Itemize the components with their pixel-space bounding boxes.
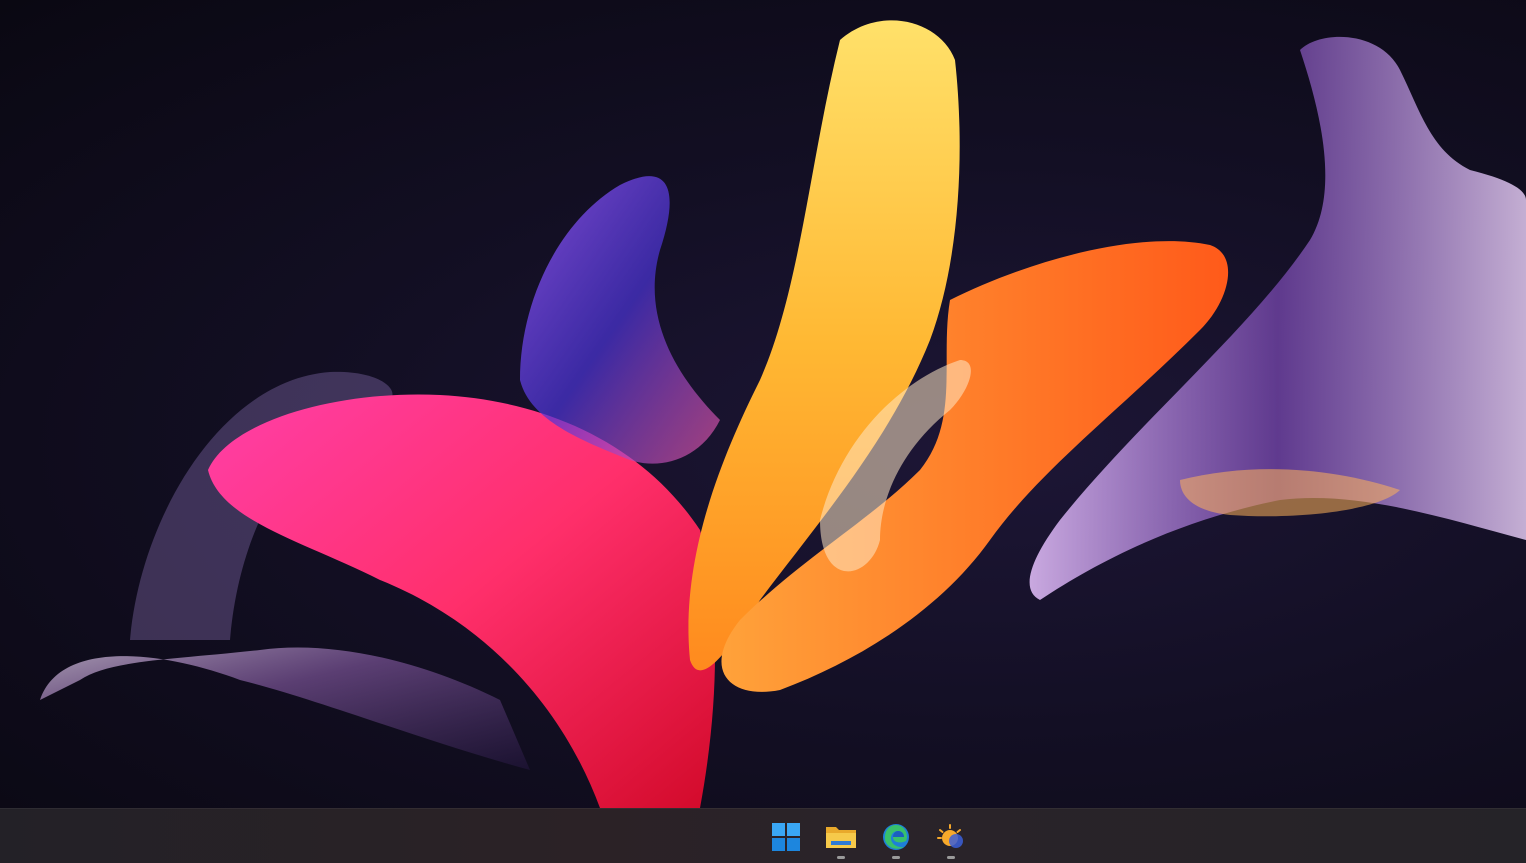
running-indicator	[947, 856, 955, 859]
edge-browser-icon	[883, 824, 909, 850]
file-explorer-icon	[826, 827, 856, 848]
taskbar	[0, 808, 1526, 863]
desktop[interactable]	[0, 0, 1526, 808]
running-indicator	[892, 856, 900, 859]
edge-browser-button[interactable]	[876, 817, 916, 859]
wallpaper-image	[40, 20, 1526, 808]
windows-start-icon	[772, 823, 800, 851]
weather-widget-button[interactable]	[931, 817, 971, 859]
start-button[interactable]	[766, 817, 806, 857]
weather-icon	[937, 824, 963, 848]
file-explorer-button[interactable]	[821, 817, 861, 859]
taskbar-center-icons	[766, 817, 971, 859]
running-indicator	[837, 856, 845, 859]
